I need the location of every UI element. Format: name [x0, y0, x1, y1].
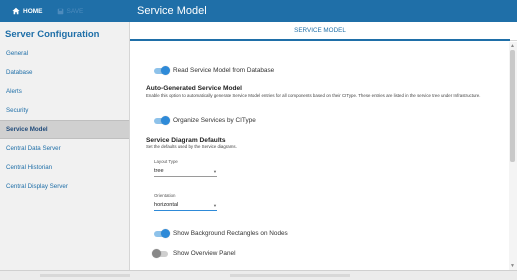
status-segment [230, 274, 350, 277]
show-background-label: Show Background Rectangles on Nodes [173, 230, 288, 237]
status-segment [40, 274, 130, 277]
home-label: HOME [23, 7, 43, 15]
organize-by-citype-label: Organize Services by CIType [173, 117, 256, 124]
show-overview-row: Show Overview Panel [152, 249, 236, 258]
scroll-down-icon[interactable]: ▼ [510, 263, 515, 269]
diagram-defaults-heading: Service Diagram Defaults [146, 137, 226, 144]
read-from-db-toggle[interactable] [154, 66, 170, 75]
show-background-toggle[interactable] [154, 229, 170, 238]
home-button[interactable]: HOME [12, 7, 43, 15]
sidebar-item-central-data-server[interactable]: Central Data Server [0, 139, 129, 158]
orientation-label: Orientation [154, 193, 176, 198]
layout-type-label: Layout Type [154, 159, 178, 164]
organize-by-citype-toggle[interactable] [154, 116, 170, 125]
page-title-bar: Service Model [130, 0, 517, 22]
content-scrollbar[interactable]: ▲ ▼ [509, 42, 517, 270]
diagram-defaults-description: Set the defaults used by the Service dia… [146, 144, 237, 149]
auto-generated-description: Enable this option to automatically gene… [146, 93, 481, 98]
chevron-down-icon: ▼ [213, 202, 217, 208]
sidebar-item-general[interactable]: General [0, 44, 129, 63]
sidebar-item-database[interactable]: Database [0, 63, 129, 82]
layout-type-select[interactable]: tree ▼ [154, 168, 217, 177]
show-background-row: Show Background Rectangles on Nodes [154, 229, 288, 238]
sidebar-item-security[interactable]: Security [0, 101, 129, 120]
save-icon [57, 8, 63, 14]
tab-bar: SERVICE MODEL [130, 22, 517, 41]
chevron-down-icon: ▼ [213, 168, 217, 174]
page-title: Service Model [137, 5, 207, 17]
sidebar-item-alerts[interactable]: Alerts [0, 82, 129, 101]
tab-service-model[interactable]: SERVICE MODEL [130, 22, 510, 41]
auto-generated-heading: Auto-Generated Service Model [146, 85, 242, 92]
scroll-thumb[interactable] [510, 50, 515, 162]
read-from-db-row: Read Service Model from Database [154, 66, 275, 75]
organize-by-citype-row: Organize Services by CIType [154, 116, 256, 125]
orientation-select[interactable]: horizontal ▼ [154, 202, 217, 211]
read-from-db-label: Read Service Model from Database [173, 67, 275, 74]
save-label: SAVE [66, 7, 84, 15]
sidebar-item-central-historian[interactable]: Central Historian [0, 158, 129, 177]
sidebar-item-central-display-server[interactable]: Central Display Server [0, 177, 129, 196]
scroll-up-icon[interactable]: ▲ [510, 43, 515, 49]
sidebar-item-service-model[interactable]: Service Model [0, 120, 129, 139]
service-model-panel: Read Service Model from Database Auto-Ge… [130, 42, 507, 268]
show-overview-label: Show Overview Panel [173, 250, 236, 257]
show-overview-toggle[interactable] [152, 249, 168, 258]
sidebar: Server Configuration General Database Al… [0, 22, 130, 270]
home-icon [12, 7, 20, 15]
sidebar-title: Server Configuration [5, 29, 100, 40]
bottom-strip [0, 270, 517, 280]
app-toolbar: HOME SAVE [0, 0, 130, 22]
save-button[interactable]: SAVE [57, 7, 84, 15]
orientation-value: horizontal [154, 202, 179, 208]
layout-type-value: tree [154, 168, 164, 174]
